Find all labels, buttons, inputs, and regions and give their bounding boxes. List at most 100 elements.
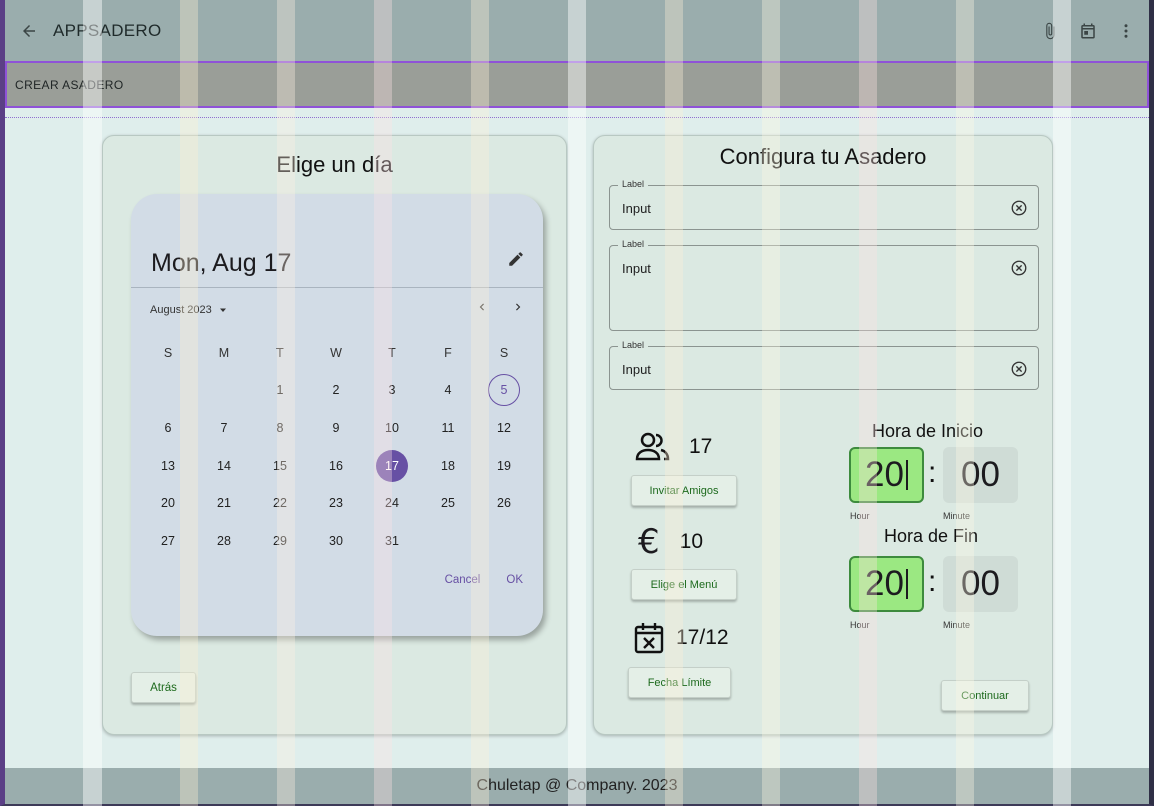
text-field-3[interactable]: Label Input [609, 340, 1039, 390]
calendar-day[interactable]: 3 [376, 374, 408, 406]
selected-day[interactable]: 17 [376, 449, 408, 482]
calendar-cell [140, 374, 196, 406]
calendar-day[interactable]: 19 [488, 450, 520, 482]
hour-label: Hour [850, 620, 870, 630]
deadline-value: 17/12 [676, 626, 729, 649]
calendar-day[interactable]: 8 [264, 412, 296, 444]
calendar-day[interactable]: 6 [152, 412, 184, 444]
time-separator: : [928, 565, 937, 598]
field-value: Input [622, 201, 651, 216]
start-minute-input[interactable]: 00 [943, 447, 1018, 503]
calendar-cell: 26 [476, 487, 532, 519]
clear-icon[interactable] [1010, 360, 1028, 378]
text-field-1[interactable]: Label Input [609, 179, 1039, 230]
section-header: CREAR ASADERO [5, 61, 1149, 108]
calendar-cell: 17 [364, 449, 420, 482]
calendar-cell: 16 [308, 450, 364, 482]
calendar-cell: 28 [196, 525, 252, 557]
clear-icon[interactable] [1010, 259, 1028, 277]
weekday-label: S [163, 345, 173, 360]
invite-friends-button[interactable]: Invitar Amigos [631, 475, 737, 506]
calendar-cell: 1 [252, 374, 308, 406]
calendar-day[interactable]: 15 [264, 450, 296, 482]
today-day[interactable]: 5 [488, 374, 520, 407]
calendar-cell: 29 [252, 525, 308, 557]
month-selector[interactable]: August 2023 [150, 304, 228, 316]
deadline-button[interactable]: Fecha Límite [628, 667, 731, 698]
calendar-cell: 5 [476, 374, 532, 407]
calendar-day[interactable]: 25 [432, 487, 464, 519]
calendar-day[interactable]: 14 [208, 450, 240, 482]
continue-button[interactable]: Continuar [941, 680, 1029, 711]
attach-icon[interactable] [1037, 18, 1063, 44]
dropdown-arrow-icon [219, 308, 226, 312]
calendar-day[interactable]: 29 [264, 525, 296, 557]
end-hour-input[interactable]: 20 [849, 556, 924, 612]
calendar-day[interactable]: 2 [320, 374, 352, 406]
start-hour-value: 20 [865, 455, 904, 494]
calendar-day[interactable]: 4 [432, 374, 464, 406]
calendar-week: 20 21 22 23 24 25 26 [140, 484, 532, 522]
calendar-day[interactable]: 28 [208, 525, 240, 557]
calendar-cancel-icon [634, 623, 664, 654]
start-hour-input[interactable]: 20 [849, 447, 924, 503]
calendar-week: 6 7 8 9 10 11 12 [140, 409, 532, 447]
calendar-cell: 3 [364, 374, 420, 406]
back-button[interactable]: Atrás [131, 672, 196, 703]
calendar-day[interactable]: 20 [152, 487, 184, 519]
more-vert-icon[interactable] [1113, 18, 1139, 44]
calendar-day[interactable]: 9 [320, 412, 352, 444]
choose-menu-button[interactable]: Elige el Menú [631, 569, 737, 600]
calendar-day[interactable]: 11 [432, 412, 464, 444]
calendar-cell: 24 [364, 487, 420, 519]
calendar-day[interactable]: 13 [152, 450, 184, 482]
date-card-title: Elige un día [276, 152, 393, 177]
calendar-day[interactable]: 27 [152, 525, 184, 557]
weekday-label: M [218, 345, 230, 360]
cancel-button[interactable]: Cancel [445, 574, 481, 586]
weekday-label: F [444, 345, 452, 360]
calendar-week: 13 14 15 16 17 18 19 [140, 447, 532, 485]
app-title: APPSADERO [53, 20, 162, 40]
calendar-day[interactable]: 7 [208, 412, 240, 444]
calendar-day[interactable]: 21 [208, 487, 240, 519]
calendar-day[interactable]: 23 [320, 487, 352, 519]
hour-label: Hour [850, 511, 870, 521]
calendar-cell: 9 [308, 412, 364, 444]
next-month-icon[interactable] [511, 300, 525, 314]
guests-stat: 17 [634, 432, 712, 462]
calendar-day[interactable]: 22 [264, 487, 296, 519]
calendar-day[interactable]: 30 [320, 525, 352, 557]
calendar-day[interactable]: 24 [376, 487, 408, 519]
calendar-day[interactable]: 31 [376, 525, 408, 557]
calendar-day[interactable]: 12 [488, 412, 520, 444]
ok-button[interactable]: OK [506, 574, 523, 586]
calendar-cell [196, 374, 252, 406]
calendar-grid: S M T W T F S 1 2 3 4 5 6 7 8 9 10 11 12 13 14 15 16 17 18 19 20 21… [140, 334, 532, 560]
back-arrow-icon[interactable] [17, 19, 41, 43]
text-cursor [905, 460, 908, 490]
calendar-cell [476, 525, 532, 557]
text-cursor [905, 569, 908, 599]
calendar-day[interactable]: 1 [264, 374, 296, 406]
calendar-week: 27 28 29 30 31 [140, 522, 532, 560]
weekday-label: S [499, 345, 509, 360]
calendar-cell [420, 525, 476, 557]
weekday-label: T [276, 345, 284, 360]
edit-icon[interactable] [507, 250, 525, 273]
calendar-day[interactable]: 26 [488, 487, 520, 519]
field-label: Label [618, 239, 649, 249]
calendar-cell: 10 [364, 412, 420, 444]
clear-icon[interactable] [1010, 199, 1028, 217]
calendar-cell: 6 [140, 412, 196, 444]
calendar-day[interactable]: 10 [376, 412, 408, 444]
text-field-2[interactable]: Label Input [609, 239, 1039, 331]
calendar-day[interactable]: 16 [320, 450, 352, 482]
price-stat: € 10 [638, 525, 703, 559]
prev-month-icon[interactable] [475, 300, 489, 314]
field-value: Input [622, 362, 651, 377]
end-minute-input[interactable]: 00 [943, 556, 1018, 612]
calendar-icon[interactable] [1075, 18, 1101, 44]
calendar-day[interactable]: 18 [432, 450, 464, 482]
calendar-cell: 14 [196, 450, 252, 482]
